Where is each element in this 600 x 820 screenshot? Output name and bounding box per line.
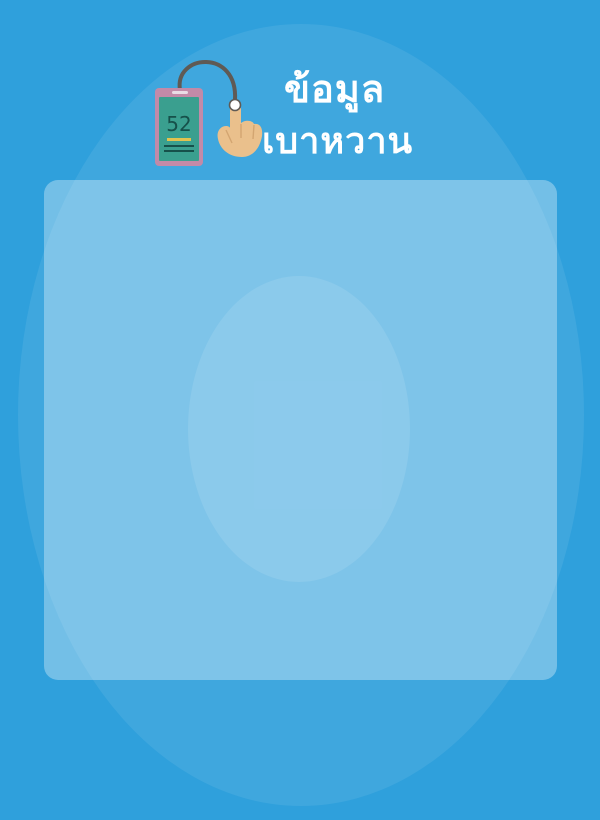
header: 52 ข้อมูล เบาหวาน [150,52,450,176]
pointing-hand-icon [217,98,263,157]
content-panel [44,180,557,680]
glucometer-reading: 52 [166,112,191,136]
page-title-line-1: ข้อมูล [284,67,386,111]
page-title-line-2: เบาหวาน [262,121,414,162]
panel-glow [188,276,410,582]
glucometer-icon: 52 [155,60,263,166]
glucometer-device: 52 [155,88,203,166]
